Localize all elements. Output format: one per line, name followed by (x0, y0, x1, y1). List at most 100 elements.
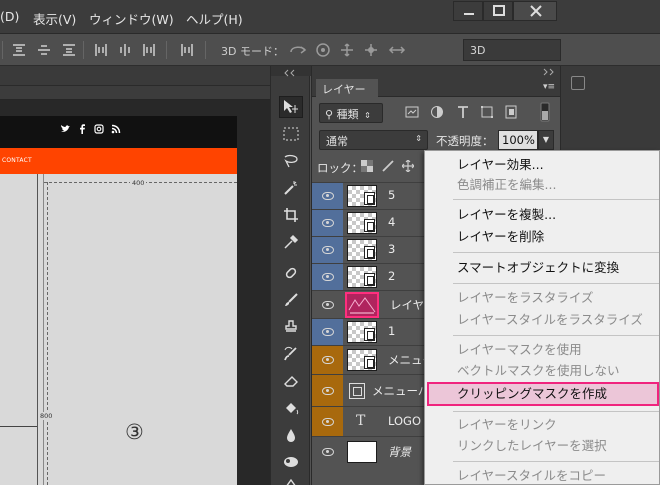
eraser-tool[interactable] (279, 370, 303, 392)
minimize-button[interactable] (453, 1, 483, 21)
tab-layers[interactable]: レイヤー (316, 79, 378, 97)
stamp-icon (285, 320, 297, 332)
align-bottom-icon[interactable] (62, 43, 76, 57)
layer-filter-select[interactable]: ⚲ 種類 ⇕ (319, 103, 383, 123)
menu-item-duplicate-layer[interactable]: レイヤーを複製... (425, 205, 660, 225)
filter-adjustment-icon[interactable] (430, 105, 444, 119)
menu-item-enable-layer-mask: レイヤーマスクを使用 (457, 342, 582, 357)
menu-help[interactable]: ヘルプ(H) (186, 9, 243, 28)
maximize-icon (493, 5, 505, 16)
menu-window[interactable]: ウィンドウ(W) (89, 9, 174, 28)
layer-name[interactable]: 4 (388, 215, 395, 229)
history-brush-tool[interactable] (279, 343, 303, 365)
eye-icon (322, 273, 334, 281)
visibility-toggle[interactable] (312, 407, 343, 436)
dodge-tool[interactable] (279, 451, 303, 473)
3d-pan-icon[interactable] (339, 43, 355, 57)
visibility-toggle[interactable] (312, 375, 343, 406)
layer-thumbnail (347, 349, 377, 371)
distribute-left-icon[interactable] (94, 43, 108, 57)
layer-name[interactable]: レイヤ (390, 297, 424, 313)
filter-smartobject-icon[interactable] (504, 105, 518, 119)
document-canvas[interactable]: CONTACT 400 800 ③ (0, 116, 237, 485)
visibility-toggle[interactable] (312, 291, 343, 318)
marquee-tool[interactable] (279, 123, 303, 145)
lock-transparency-icon[interactable] (361, 160, 373, 172)
blend-mode-value: 通常 (326, 135, 348, 148)
filter-toggle-icon[interactable] (540, 102, 550, 122)
filter-shape-icon[interactable] (480, 105, 494, 119)
visibility-toggle[interactable] (312, 237, 343, 263)
healing-brush-tool[interactable] (279, 262, 303, 284)
document-area: CONTACT 400 800 ③ (0, 66, 270, 485)
eyedropper-tool[interactable] (279, 231, 303, 253)
clone-stamp-tool[interactable] (279, 316, 303, 338)
layer-name[interactable]: 1 (388, 324, 395, 338)
close-window-button[interactable] (513, 1, 557, 21)
menu-item-create-clipping-mask[interactable]: クリッピングマスクを作成 (427, 382, 659, 406)
layer-thumbnail-image[interactable] (345, 291, 379, 318)
visibility-toggle[interactable] (312, 264, 343, 290)
pen-icon (286, 479, 296, 485)
3d-roll-icon[interactable] (315, 43, 331, 57)
auto-align-icon[interactable] (180, 43, 194, 57)
maximize-button[interactable] (483, 1, 513, 21)
options-separator (205, 41, 206, 59)
align-top-icon[interactable] (12, 43, 26, 57)
crop-tool[interactable] (279, 204, 303, 226)
layer-thumbnail (347, 321, 377, 343)
opacity-input[interactable]: 100% (498, 130, 538, 150)
image-thumbnail-icon (348, 296, 376, 313)
move-tool-icon (284, 100, 298, 113)
site-nav-bar: CONTACT (0, 148, 237, 174)
magic-wand-tool[interactable] (279, 177, 303, 199)
panel-icon[interactable] (571, 76, 585, 90)
3d-scale-icon[interactable] (388, 43, 406, 57)
minimize-icon (464, 13, 474, 15)
menu-item-delete-layer[interactable]: レイヤーを削除 (425, 227, 660, 247)
layer-name[interactable]: 背景 (388, 444, 411, 460)
filter-type-icon[interactable] (456, 105, 470, 119)
panel-collapse-icon[interactable] (312, 66, 561, 78)
menu-item-convert-smart-object[interactable]: スマートオブジェクトに変換 (425, 258, 660, 278)
layer-name[interactable]: 5 (388, 188, 395, 202)
visibility-toggle[interactable] (312, 319, 343, 345)
distribute-hcenter-icon[interactable] (118, 43, 132, 57)
layer-name[interactable]: メニューバ (372, 383, 429, 399)
lock-pixels-icon[interactable] (382, 160, 394, 172)
tools-panel (270, 66, 311, 485)
visibility-toggle[interactable] (312, 346, 343, 374)
pen-tool[interactable] (279, 474, 303, 485)
panel-menu-icon[interactable]: ▾≡ (543, 82, 555, 92)
menu-edit-partial[interactable]: (D) (0, 9, 19, 24)
visibility-toggle[interactable] (312, 210, 343, 236)
dodge-icon (284, 457, 298, 467)
opacity-dropdown-button[interactable]: ▼ (538, 130, 554, 150)
layer-name[interactable]: 2 (388, 269, 395, 283)
brush-icon (285, 293, 298, 306)
menu-view[interactable]: 表示(V) (33, 9, 76, 28)
move-tool[interactable] (279, 96, 303, 118)
blur-tool[interactable] (279, 424, 303, 446)
filter-pixel-icon[interactable] (405, 105, 419, 119)
layer-name[interactable]: 3 (388, 242, 395, 256)
visibility-toggle[interactable] (312, 183, 343, 209)
lasso-tool[interactable] (279, 150, 303, 172)
options-separator (2, 41, 3, 59)
lock-position-icon[interactable] (402, 160, 414, 172)
paint-bucket-tool[interactable] (279, 397, 303, 419)
guide-line (0, 426, 37, 427)
collapse-icon[interactable] (271, 67, 311, 77)
brush-tool[interactable] (279, 289, 303, 311)
blend-mode-select[interactable]: 通常 ⇕ (319, 130, 428, 150)
3d-slide-icon[interactable] (363, 43, 379, 57)
paint-bucket-icon (286, 403, 299, 415)
smart-object-badge-icon (364, 219, 375, 232)
3d-rotate-icon[interactable] (289, 43, 307, 57)
visibility-toggle[interactable] (312, 437, 343, 466)
layer-name[interactable]: LOGO (388, 414, 421, 428)
distribute-right-icon[interactable] (142, 43, 156, 57)
workspace-select[interactable]: 3D (463, 39, 561, 61)
menu-item-layer-effects[interactable]: レイヤー効果... (425, 155, 660, 175)
align-vcenter-icon[interactable] (37, 43, 51, 57)
